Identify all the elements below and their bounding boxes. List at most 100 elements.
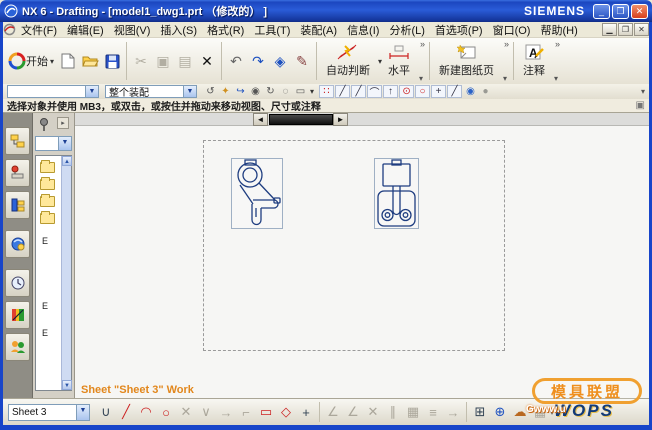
horizontal-scrollbar[interactable]: ◄ ► <box>75 113 649 126</box>
copy-button[interactable]: ▣ <box>152 50 174 72</box>
command-finder-button[interactable]: ◈ <box>269 50 291 72</box>
ghost-icon[interactable]: ◌ <box>278 85 293 98</box>
menu-edit[interactable]: 编辑(E) <box>62 21 109 39</box>
menu-information[interactable]: 信息(I) <box>342 21 384 39</box>
group-more-caret[interactable]: ▾ <box>419 75 423 82</box>
gesture-pen-button[interactable]: ✎ <box>291 50 313 72</box>
snap-point-on-curve-toggle[interactable]: ⌒ <box>367 85 382 98</box>
combo-dropdown-icon[interactable]: ▼ <box>183 86 196 97</box>
delete-constraint-button[interactable]: ✕ <box>363 402 383 422</box>
redo-button[interactable]: ↷ <box>247 50 269 72</box>
refresh-selection-icon[interactable]: ↺ <box>203 85 218 98</box>
previous-selection-icon[interactable]: ↪ <box>233 85 248 98</box>
project-curve-button[interactable]: → <box>443 402 463 422</box>
scroll-right-icon[interactable]: ► <box>333 113 348 126</box>
sheet-selector-combo[interactable]: Sheet 3 ▼ <box>8 404 90 421</box>
quick-trim-button[interactable]: ✕ <box>176 402 196 422</box>
maximize-button[interactable]: ❐ <box>612 4 629 19</box>
combo-dropdown-icon[interactable]: ▼ <box>76 405 89 420</box>
wcs-icon[interactable]: ◉ <box>463 85 478 98</box>
minimize-button[interactable]: _ <box>593 4 610 19</box>
dome-tool-button[interactable]: ☁ <box>510 402 530 422</box>
selection-scope-combo[interactable]: 整个装配 ▼ <box>105 85 197 98</box>
horizontal-dimension-button[interactable]: 水平 <box>382 40 416 82</box>
constraint-angle-button[interactable]: ∠ <box>323 402 343 422</box>
note-button[interactable]: A 注释 <box>517 40 551 82</box>
snap-midpoint-toggle[interactable]: ╱ <box>351 85 366 98</box>
highlight-icon[interactable]: ✦ <box>218 85 233 98</box>
close-button[interactable]: ✕ <box>631 4 648 19</box>
marquee-style-icon[interactable]: ▭ <box>293 85 308 98</box>
snap-arc-center-toggle[interactable]: ⊙ <box>399 85 414 98</box>
line-tool-button[interactable]: ╱ <box>116 402 136 422</box>
tree-item-label[interactable]: E <box>42 236 48 246</box>
group-more-caret[interactable]: ▾ <box>554 75 558 82</box>
reference-point-button[interactable]: ⊕ <box>490 402 510 422</box>
snap-intersection-toggle[interactable]: ↑ <box>383 85 398 98</box>
orbit-icon[interactable]: ↻ <box>263 85 278 98</box>
cut-button[interactable]: ✂ <box>130 50 152 72</box>
marquee-caret-icon[interactable]: ▾ <box>310 87 314 96</box>
mdi-restore-button[interactable]: ❐ <box>618 23 633 36</box>
save-button[interactable] <box>101 50 123 72</box>
menu-assemblies[interactable]: 装配(A) <box>295 21 342 39</box>
graphics-area[interactable]: ◄ ► <box>75 113 649 398</box>
inferred-dimension-button[interactable]: 自动判断 <box>320 40 376 82</box>
start-button[interactable]: 开始 ▾ <box>5 52 57 70</box>
paste-button[interactable]: ▤ <box>174 50 196 72</box>
scrollbar-thumb[interactable] <box>269 114 333 125</box>
menu-help[interactable]: 帮助(H) <box>535 21 582 39</box>
menu-tools[interactable]: 工具(T) <box>249 21 295 39</box>
new-file-button[interactable] <box>57 50 79 72</box>
offset-curve-button[interactable]: ≡ <box>423 402 443 422</box>
selection-filter-combo[interactable]: ▼ <box>7 85 99 98</box>
parallel-constraint-button[interactable]: ∥ <box>383 402 403 422</box>
pushpin-icon[interactable] <box>38 118 50 132</box>
tree-item-label[interactable]: E <box>42 328 48 338</box>
circle-tool-button[interactable]: ○ <box>156 402 176 422</box>
open-file-button[interactable] <box>79 50 101 72</box>
menu-insert[interactable]: 插入(S) <box>155 21 202 39</box>
rectangle-tool-button[interactable]: ▭ <box>256 402 276 422</box>
fillet-tool-button[interactable]: ⌐ <box>236 402 256 422</box>
navigator-filter-combo[interactable]: ▼ <box>35 136 72 151</box>
group-overflow-chevron[interactable]: » <box>504 40 509 48</box>
polygon-tool-button[interactable]: ◇ <box>276 402 296 422</box>
quick-extend-button[interactable]: ∨ <box>196 402 216 422</box>
constraint-angle2-button[interactable]: ∠ <box>343 402 363 422</box>
combo-dropdown-icon[interactable]: ▼ <box>85 86 98 97</box>
tab-roles[interactable] <box>5 333 30 361</box>
arc-tool-button[interactable]: ◠ <box>136 402 156 422</box>
tab-part-navigator[interactable] <box>5 191 30 219</box>
grid-tool-button[interactable]: ▦ <box>530 402 550 422</box>
tree-item-label[interactable]: E <box>42 301 48 311</box>
solid-body-icon[interactable]: ● <box>478 85 493 98</box>
selbar-more-caret[interactable]: ▾ <box>641 87 645 96</box>
tab-reuse-library[interactable] <box>5 230 30 258</box>
combo-dropdown-icon[interactable]: ▼ <box>58 137 71 150</box>
menu-window[interactable]: 窗口(O) <box>488 21 536 39</box>
pattern-curve-button[interactable]: ▦ <box>403 402 423 422</box>
menu-preferences[interactable]: 首选项(P) <box>430 21 488 39</box>
undo-button[interactable]: ↶ <box>225 50 247 72</box>
snap-angle-toggle[interactable]: ╱ <box>447 85 462 98</box>
point-dialog-button[interactable]: ⊞ <box>470 402 490 422</box>
menu-view[interactable]: 视图(V) <box>109 21 156 39</box>
group-more-caret[interactable]: ▾ <box>503 75 507 82</box>
dialog-rail-icon[interactable]: ▣ <box>636 100 645 111</box>
mdi-minimize-button[interactable]: ▁ <box>602 23 617 36</box>
tab-history[interactable] <box>5 269 30 297</box>
navigator-scrollbar[interactable]: ▲ ▼ <box>61 156 71 390</box>
tab-constraint-navigator[interactable] <box>5 159 30 187</box>
group-overflow-chevron[interactable]: » <box>420 40 425 48</box>
menu-format[interactable]: 格式(R) <box>202 21 249 39</box>
bottombar-more-caret[interactable]: ▾ <box>550 408 554 417</box>
snap-point-toggle[interactable]: ∷ <box>319 85 334 98</box>
drawing-view-plug[interactable] <box>374 158 419 229</box>
title-bar[interactable]: NX 6 - Drafting - [model1_dwg1.prt （修改的）… <box>0 0 652 22</box>
snap-quadrant-toggle[interactable]: ○ <box>415 85 430 98</box>
snap-endpoint-toggle[interactable]: ╱ <box>335 85 350 98</box>
drawing-view-lever[interactable] <box>231 158 283 229</box>
point-tool-button[interactable]: + <box>296 402 316 422</box>
scroll-left-icon[interactable]: ◄ <box>253 113 268 126</box>
